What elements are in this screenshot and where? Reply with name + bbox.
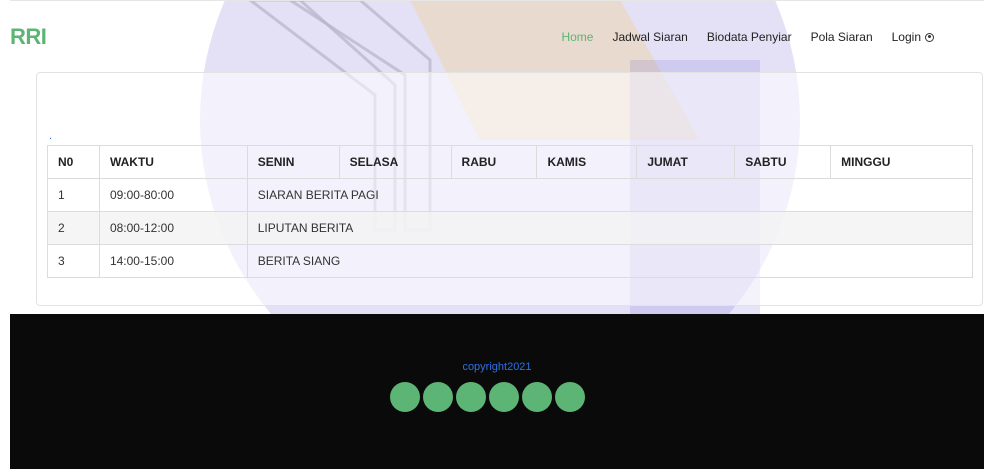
- main-nav: Home Jadwal Siaran Biodata Penyiar Pola …: [542, 30, 934, 44]
- nav-login-label: Login: [891, 30, 921, 44]
- nav-biodata-penyiar[interactable]: Biodata Penyiar: [707, 30, 792, 44]
- social-links: [390, 382, 585, 412]
- nav-login[interactable]: Login: [892, 30, 934, 44]
- header-minggu: MINGGU: [830, 145, 973, 179]
- table-header-row: N0 WAKTU SENIN SELASA RABU KAMIS JUMAT S…: [47, 145, 973, 179]
- cell-no: 1: [47, 178, 100, 212]
- header-jumat: JUMAT: [636, 145, 736, 179]
- social-icon-4[interactable]: [489, 382, 519, 412]
- header-senin: SENIN: [246, 145, 340, 179]
- schedule-card: . N0 WAKTU SENIN SELASA RABU KAMIS JUMAT…: [36, 72, 983, 306]
- header-sabtu: SABTU: [734, 145, 832, 179]
- social-icon-2[interactable]: [423, 382, 453, 412]
- cell-program: SIARAN BERITA PAGI: [246, 178, 974, 212]
- header-selasa: SELASA: [338, 145, 452, 179]
- brand-logo[interactable]: RRI: [10, 24, 47, 50]
- nav-jadwal-siaran[interactable]: Jadwal Siaran: [612, 30, 687, 44]
- social-icon-5[interactable]: [522, 382, 552, 412]
- navbar: RRI Home Jadwal Siaran Biodata Penyiar P…: [10, 8, 984, 64]
- social-icon-6[interactable]: [555, 382, 585, 412]
- schedule-table: N0 WAKTU SENIN SELASA RABU KAMIS JUMAT S…: [47, 145, 974, 278]
- cell-program: LIPUTAN BERITA: [246, 211, 974, 245]
- copyright-text: copyright2021: [462, 361, 532, 373]
- social-icon-3[interactable]: [456, 382, 486, 412]
- cell-program: BERITA SIANG: [246, 244, 974, 278]
- card-marker: .: [49, 130, 53, 142]
- user-circle-icon: [925, 32, 934, 42]
- table-row: 1 09:00-80:00 SIARAN BERITA PAGI: [47, 178, 974, 212]
- cell-waktu: 14:00-15:00: [98, 244, 248, 278]
- footer: copyright2021: [10, 314, 984, 469]
- table-row: 2 08:00-12:00 LIPUTAN BERITA: [47, 211, 974, 245]
- cell-no: 2: [47, 211, 100, 245]
- nav-home[interactable]: Home: [561, 30, 593, 44]
- cell-waktu: 08:00-12:00: [98, 211, 248, 245]
- header-rabu: RABU: [450, 145, 538, 179]
- top-border: [10, 0, 984, 8]
- header-no: N0: [47, 145, 100, 179]
- table-row: 3 14:00-15:00 BERITA SIANG: [47, 244, 974, 278]
- cell-waktu: 09:00-80:00: [98, 178, 248, 212]
- header-kamis: KAMIS: [536, 145, 638, 179]
- header-waktu: WAKTU: [98, 145, 248, 179]
- social-icon-1[interactable]: [390, 382, 420, 412]
- cell-no: 3: [47, 244, 100, 278]
- nav-pola-siaran[interactable]: Pola Siaran: [811, 30, 873, 44]
